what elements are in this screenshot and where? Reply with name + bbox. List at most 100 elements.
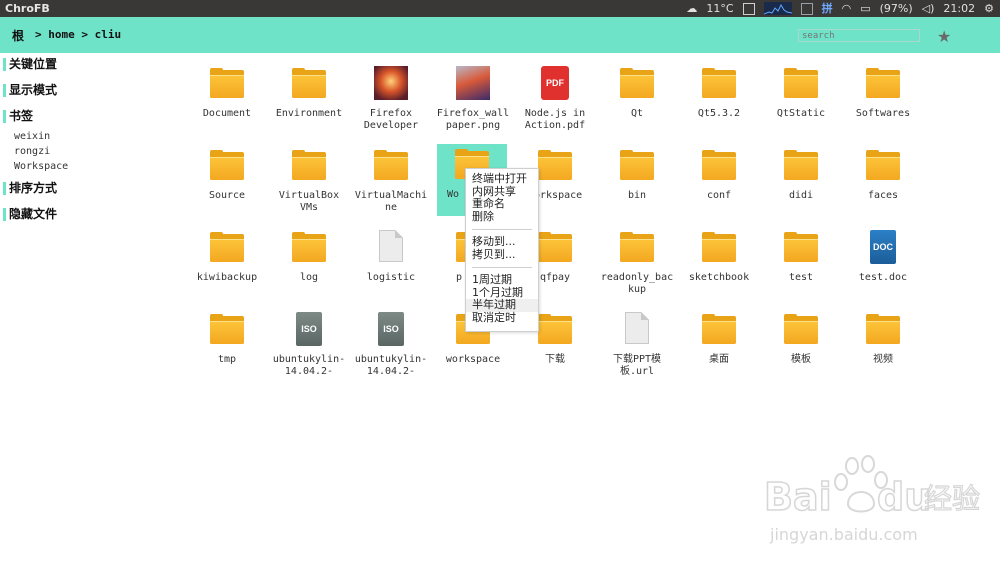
- folder-highlight: [784, 75, 818, 76]
- sidebar-section-sort[interactable]: 排序方式: [0, 180, 190, 197]
- blank-document-shape: [625, 312, 649, 344]
- folder-front-shape: [784, 157, 818, 180]
- file-item[interactable]: log: [268, 227, 350, 309]
- file-item[interactable]: Firefox Developer: [350, 63, 432, 145]
- menu-item-cancel-timer[interactable]: 取消定时: [466, 311, 538, 325]
- folder-front-shape: [702, 321, 736, 344]
- sidebar: 关键位置 显示模式 书签 weixin rongzi Workspace 排序方…: [0, 53, 190, 223]
- folder-highlight: [374, 157, 408, 158]
- power-gear-icon[interactable]: ⚙: [984, 1, 994, 16]
- sidebar-section-hidden-files[interactable]: 隐藏文件: [0, 206, 190, 223]
- clock[interactable]: 21:02: [943, 1, 975, 16]
- calendar-icon[interactable]: [742, 2, 755, 15]
- folder-icon: [291, 229, 327, 265]
- image-icon: [455, 65, 491, 101]
- file-name: Document: [202, 108, 252, 119]
- folder-icon: [209, 147, 245, 183]
- battery-icon[interactable]: ▭: [860, 1, 870, 16]
- folder-highlight: [702, 239, 736, 240]
- file-name: test: [788, 272, 814, 283]
- folder-icon: [701, 65, 737, 101]
- sidebar-section-key-locations[interactable]: 关键位置: [0, 56, 190, 73]
- file-item[interactable]: readonly_backup: [596, 227, 678, 309]
- file-item[interactable]: didi: [760, 145, 842, 227]
- folder-front-shape: [620, 157, 654, 180]
- file-name: workspace: [445, 354, 501, 365]
- file-item[interactable]: ISO ubuntukylin-14.04.2-: [268, 309, 350, 391]
- sidebar-section-label: 显示模式: [9, 83, 58, 97]
- weather-icon[interactable]: ☁: [686, 1, 697, 16]
- menu-item-delete[interactable]: 删除: [466, 210, 538, 224]
- folder-front-shape: [292, 75, 326, 98]
- volume-icon[interactable]: ◁): [922, 1, 935, 16]
- breadcrumb[interactable]: > home > cliu: [35, 28, 121, 41]
- keyboard-icon[interactable]: [800, 2, 813, 15]
- file-item[interactable]: Firefox_wallpaper.png: [432, 63, 514, 145]
- sidebar-bookmark-workspace[interactable]: Workspace: [0, 159, 190, 174]
- folder-icon: [373, 147, 409, 183]
- menu-item-expire-week[interactable]: 1周过期: [466, 273, 538, 287]
- folder-icon: [209, 229, 245, 265]
- breadcrumb-root[interactable]: 根: [12, 27, 24, 44]
- file-item[interactable]: ISO ubuntukylin-14.04.2-: [350, 309, 432, 391]
- file-item[interactable]: logistic: [350, 227, 432, 309]
- system-monitor-graph[interactable]: [763, 2, 792, 15]
- doc-icon: DOC: [865, 229, 901, 265]
- file-item[interactable]: 模板: [760, 309, 842, 391]
- file-item[interactable]: bin: [596, 145, 678, 227]
- folder-front-shape: [866, 75, 900, 98]
- file-item[interactable]: kiwibackup: [186, 227, 268, 309]
- file-item[interactable]: Source: [186, 145, 268, 227]
- folder-front-shape: [866, 321, 900, 344]
- file-name: Firefox Developer: [363, 108, 419, 131]
- file-item[interactable]: 视频: [842, 309, 924, 391]
- file-item[interactable]: 下载PPT模板.url: [596, 309, 678, 391]
- weather-temp[interactable]: 11°C: [706, 1, 733, 16]
- file-item[interactable]: sketchbook: [678, 227, 760, 309]
- input-method-icon[interactable]: 拼: [822, 1, 833, 16]
- menu-item-rename[interactable]: 重命名: [466, 197, 538, 211]
- file-item[interactable]: Environment: [268, 63, 350, 145]
- menu-item-expire-half-year[interactable]: 半年过期: [466, 298, 538, 312]
- file-item[interactable]: DOC test.doc: [842, 227, 924, 309]
- folder-icon: [537, 147, 573, 183]
- file-item[interactable]: VirtualMachine: [350, 145, 432, 227]
- sidebar-section-display-mode[interactable]: 显示模式: [0, 82, 190, 99]
- file-item[interactable]: faces: [842, 145, 924, 227]
- menu-item-copy-to[interactable]: 拷贝到...: [466, 248, 538, 262]
- folder-front-shape: [784, 239, 818, 262]
- file-item[interactable]: 桌面: [678, 309, 760, 391]
- sidebar-bookmark-weixin[interactable]: weixin: [0, 129, 190, 144]
- file-item[interactable]: PDF Node.js in Action.pdf: [514, 63, 596, 145]
- iso-icon: ISO: [373, 311, 409, 347]
- file-item[interactable]: Qt5.3.2: [678, 63, 760, 145]
- file-name: VirtualMachine: [354, 190, 428, 213]
- file-name: 桌面: [709, 354, 729, 365]
- folder-front-shape: [866, 157, 900, 180]
- folder-highlight: [538, 321, 572, 322]
- search-input[interactable]: [798, 29, 920, 42]
- file-item[interactable]: tmp: [186, 309, 268, 391]
- file-item[interactable]: Qt: [596, 63, 678, 145]
- battery-percent[interactable]: (97%): [880, 1, 913, 16]
- file-item[interactable]: Document: [186, 63, 268, 145]
- file-item[interactable]: VirtualBox VMs: [268, 145, 350, 227]
- file-name: bin: [627, 190, 647, 201]
- folder-highlight: [866, 157, 900, 158]
- folder-icon: [209, 311, 245, 347]
- menu-item-move-to[interactable]: 移动到...: [466, 235, 538, 249]
- file-item[interactable]: conf: [678, 145, 760, 227]
- blank-document-shape: [379, 230, 403, 262]
- file-item[interactable]: QtStatic: [760, 63, 842, 145]
- sidebar-bookmark-rongzi[interactable]: rongzi: [0, 144, 190, 159]
- file-name: 模板: [791, 354, 811, 365]
- sidebar-section-bookmarks[interactable]: 书签: [0, 108, 190, 125]
- menu-item-open-terminal[interactable]: 终端中打开: [466, 172, 538, 186]
- file-item[interactable]: test: [760, 227, 842, 309]
- sidebar-section-label: 排序方式: [9, 181, 58, 195]
- section-marker: [3, 208, 6, 221]
- bookmark-star-icon[interactable]: ★: [937, 27, 951, 46]
- wifi-icon[interactable]: ◠: [842, 1, 852, 16]
- folder-icon: [783, 65, 819, 101]
- file-item[interactable]: Softwares: [842, 63, 924, 145]
